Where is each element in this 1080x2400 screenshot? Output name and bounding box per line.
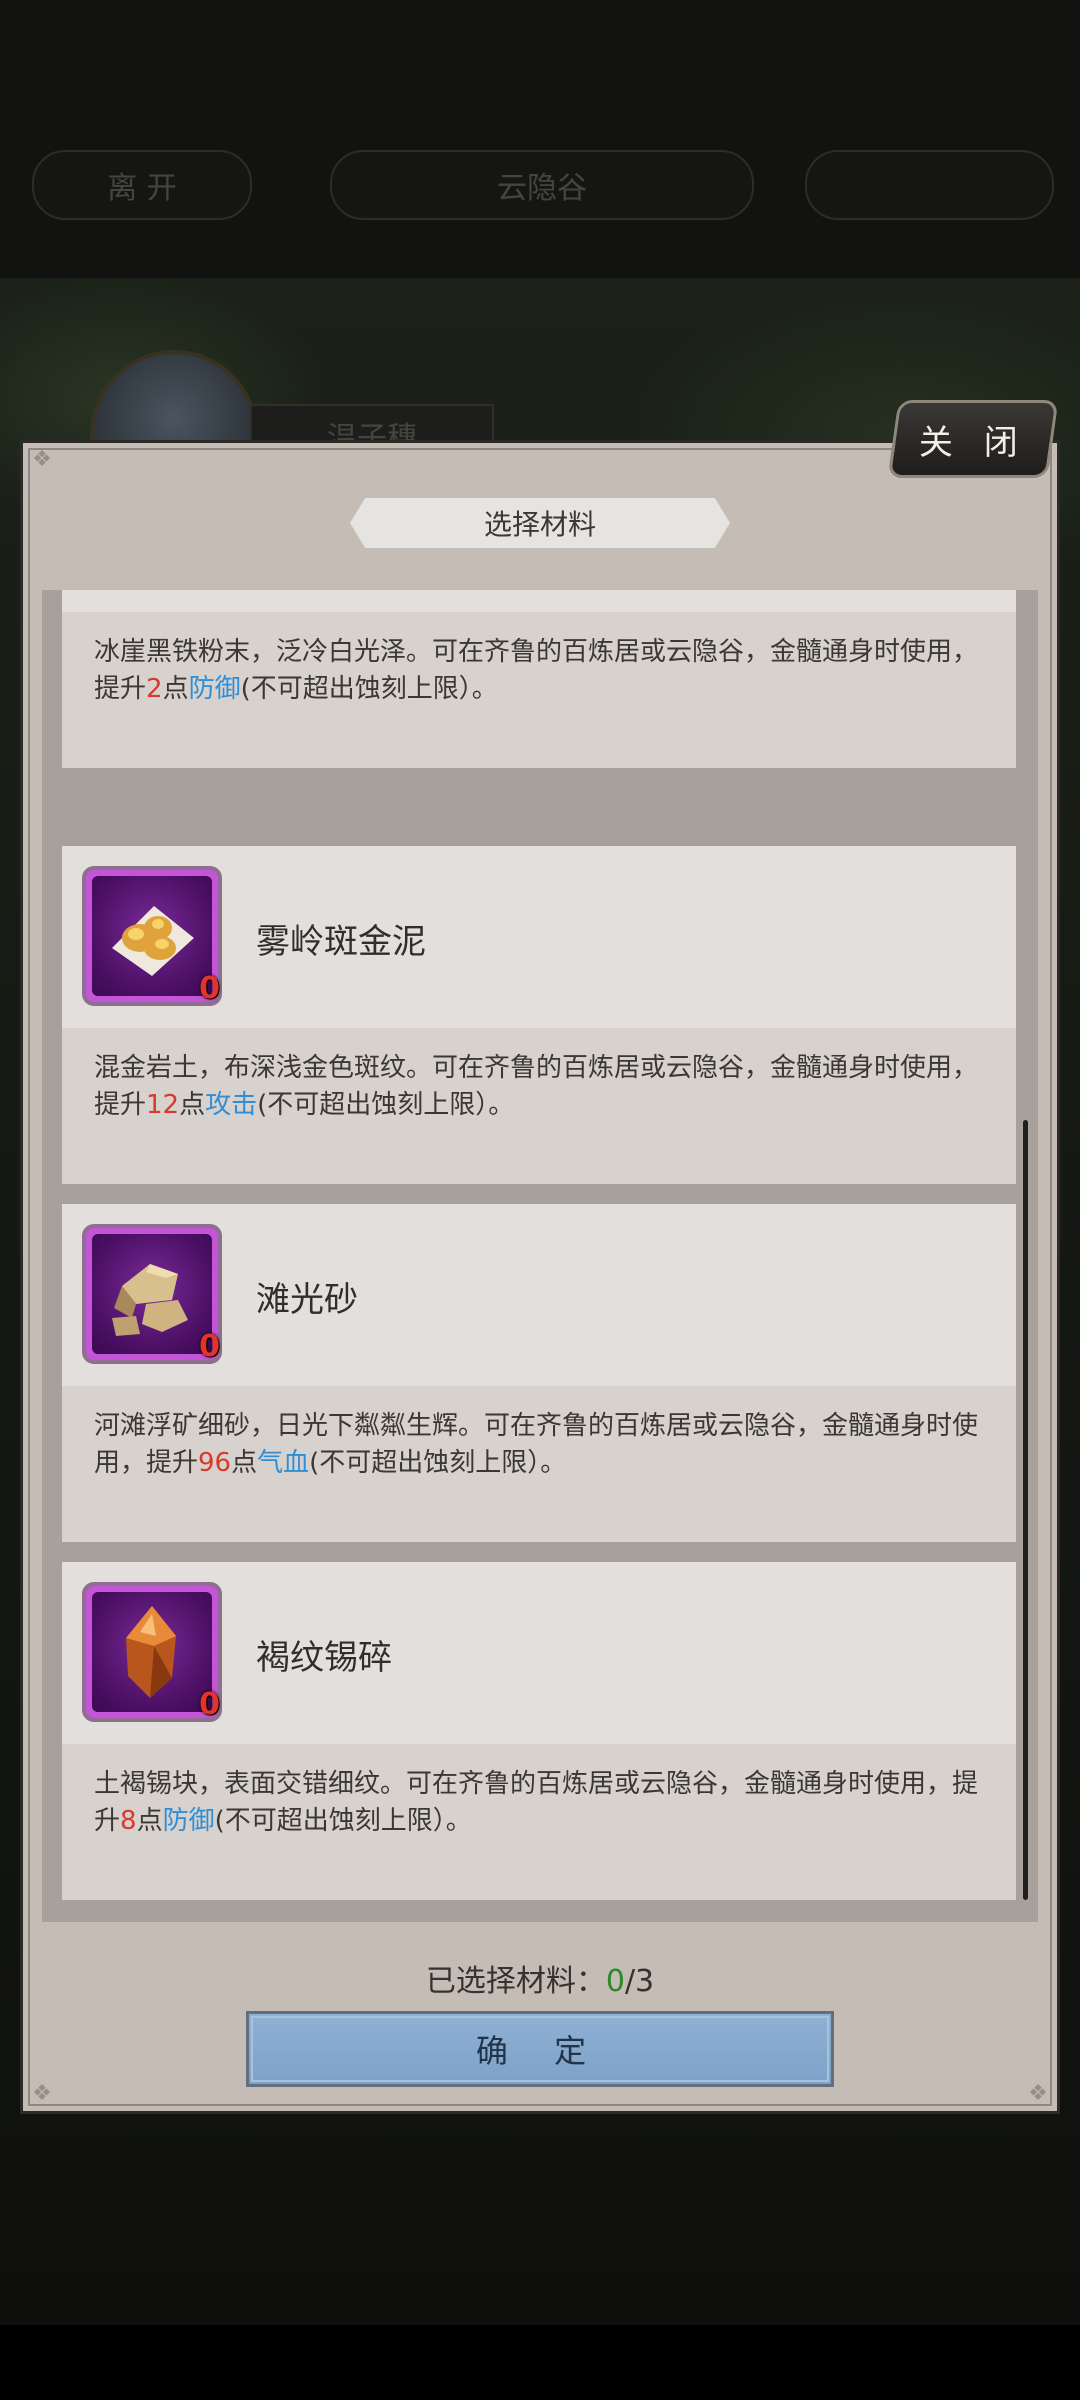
item-description: 冰崖黑铁粉末，泛冷白光泽。可在齐鲁的百炼居或云隐谷，金髓通身时使用，提升2点防御… [62, 612, 1016, 768]
item-header: 0 滩光砂 [62, 1204, 1016, 1386]
bonus-value: 96 [198, 1448, 232, 1478]
attribute-link[interactable]: 攻击 [205, 1090, 257, 1120]
desc-suffix: (不可超出蚀刻上限）。 [240, 674, 498, 704]
item-count: 0 [199, 1329, 220, 1364]
selected-separator: / [624, 1964, 636, 1999]
top-bar [0, 0, 1080, 280]
item-header: 0 褐纹锡碎 [62, 1562, 1016, 1744]
desc-suffix: (不可超出蚀刻上限）。 [257, 1090, 515, 1120]
item-header: 0 雾岭斑金泥 [62, 846, 1016, 1028]
item-description: 混金岩土，布深浅金色斑纹。可在齐鲁的百炼居或云隐谷，金髓通身时使用，提升12点攻… [62, 1028, 1016, 1184]
scrollbar[interactable] [1023, 1120, 1028, 1900]
selected-count-label: 已选择材料： [425, 1964, 606, 1999]
bonus-value: 2 [146, 674, 163, 704]
desc-suffix: (不可超出蚀刻上限）。 [214, 1806, 472, 1836]
location-title: 云隐谷 [330, 150, 754, 220]
item-name: 雾岭斑金泥 [256, 922, 426, 962]
item-count: 0 [199, 971, 220, 1006]
leave-button[interactable]: 离 开 [32, 150, 252, 220]
bonus-value: 8 [120, 1806, 137, 1836]
dialog-title: 选择材料 [350, 498, 730, 548]
bonus-unit: 点 [179, 1090, 206, 1120]
gold-ore-icon: 0 [82, 866, 222, 1006]
bonus-unit: 点 [136, 1806, 163, 1836]
item-description: 河滩浮矿细砂，日光下粼粼生辉。可在齐鲁的百炼居或云隐谷，金髓通身时使用，提升96… [62, 1386, 1016, 1542]
corner-ornament-icon: ❖ [1028, 2081, 1048, 2106]
material-list[interactable]: 0 冰崖黑铁粉末，泛冷白光泽。可在齐鲁的百炼居或云隐谷，金髓通身时使用，提升2点… [42, 590, 1038, 1922]
bonus-unit: 点 [162, 674, 189, 704]
selected-max: 3 [635, 1964, 655, 1999]
bonus-unit: 点 [231, 1448, 258, 1478]
selected-current: 0 [605, 1964, 625, 1999]
bonus-value: 12 [146, 1090, 180, 1120]
item-description: 土褐锡块，表面交错细纹。可在齐鲁的百炼居或云隐谷，金髓通身时使用，提升8点防御(… [62, 1744, 1016, 1900]
selected-count: 已选择材料：0/3 [0, 1956, 1080, 2000]
attribute-link[interactable]: 气血 [257, 1448, 309, 1478]
item-name: 滩光砂 [256, 1280, 358, 1320]
close-button[interactable]: 关 闭 [887, 400, 1059, 478]
sandstone-icon: 0 [82, 1224, 222, 1364]
bottom-bar [0, 2325, 1080, 2400]
attribute-link[interactable]: 防御 [189, 674, 241, 704]
item-name: 褐纹锡碎 [256, 1638, 392, 1678]
item-count: 0 [199, 1687, 220, 1722]
top-right-button[interactable] [805, 150, 1054, 220]
corner-ornament-icon: ❖ [32, 447, 52, 472]
attribute-link[interactable]: 防御 [163, 1806, 215, 1836]
corner-ornament-icon: ❖ [32, 2081, 52, 2106]
amber-crystal-icon: 0 [82, 1582, 222, 1722]
desc-suffix: (不可超出蚀刻上限）。 [309, 1448, 567, 1478]
item-header: 0 [62, 590, 1016, 612]
confirm-button[interactable]: 确 定 [246, 2011, 834, 2087]
close-button-label: 关 闭 [918, 422, 1028, 463]
